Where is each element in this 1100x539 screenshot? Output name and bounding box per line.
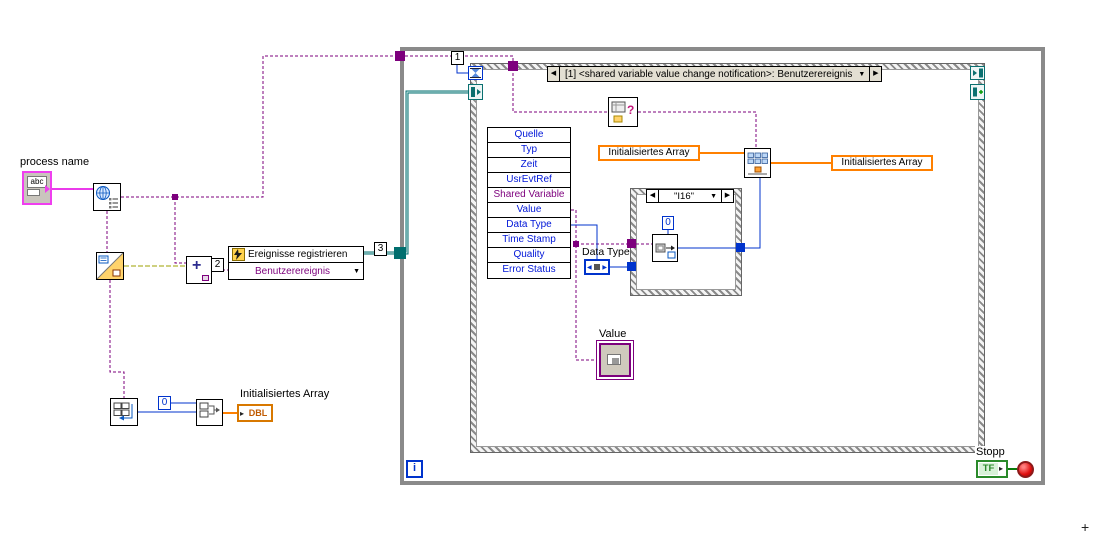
dynamic-events-terminal-right-top[interactable] <box>970 66 985 80</box>
local-variable-init-array-read[interactable]: Initialisiertes Array <box>598 145 700 161</box>
tunnel-case-selector[interactable] <box>627 262 636 271</box>
build-array-icon <box>197 400 222 425</box>
variant-attribute-node[interactable]: ? <box>608 97 638 127</box>
loop-condition-stop-button[interactable] <box>1017 461 1034 478</box>
case-selector-label[interactable]: "I16" <box>659 191 709 202</box>
register-events-node[interactable]: Ereignisse registrieren Benutzerereignis… <box>228 246 364 280</box>
wire-junction <box>172 194 178 200</box>
terminal-out-arrow-icon <box>45 185 50 193</box>
value-variant-indicator[interactable] <box>596 340 634 380</box>
event-data-field-error-status[interactable]: Error Status <box>488 263 570 278</box>
tunnel-refnum-event[interactable] <box>508 61 518 71</box>
event-header-title[interactable]: [1] <shared variable value change notifi… <box>560 69 857 80</box>
tf-label: TF <box>979 463 998 475</box>
numeric-constant-3[interactable]: 3 <box>374 242 387 256</box>
dynamic-event-terminal-icon <box>971 67 984 79</box>
wire-junction <box>573 241 579 247</box>
variant-icon <box>599 343 631 377</box>
globe-icon <box>94 184 120 210</box>
event-data-field-shared-variable[interactable]: Shared Variable <box>488 188 570 203</box>
event-timeout-terminal[interactable] <box>468 66 483 80</box>
register-events-icon <box>232 248 245 261</box>
initialize-array-node[interactable] <box>110 398 138 426</box>
dynamic-event-terminal-icon <box>971 85 984 99</box>
cursor-plus: + <box>1081 519 1089 535</box>
stop-label: Stopp <box>975 446 1006 458</box>
register-events-title: Ereignisse registrieren <box>248 249 348 260</box>
case-prev-arrow-icon[interactable]: ◀ <box>647 189 659 203</box>
dynamic-events-terminal-left[interactable] <box>468 84 483 100</box>
event-prev-arrow-icon[interactable]: ◀ <box>548 67 560 81</box>
open-variable-connection-node[interactable] <box>93 183 121 211</box>
variant-question-icon: ? <box>609 98 637 126</box>
build-array-node[interactable] <box>196 399 223 426</box>
wire-timeout[interactable] <box>457 65 468 73</box>
create-user-event-node[interactable]: + <box>186 256 212 284</box>
data-type-label: Data Type <box>582 246 630 258</box>
event-data-field-data-type[interactable]: Data Type <box>488 218 570 233</box>
local-variable-init-array-write[interactable]: Initialisiertes Array <box>831 155 933 171</box>
dbl-type-label: DBL <box>245 408 271 418</box>
dbl-array-indicator[interactable]: ▸ DBL <box>237 404 273 422</box>
enum-left-arrow-icon: ◀ <box>587 264 592 271</box>
string-control-terminal[interactable]: abc <box>22 171 52 205</box>
stop-boolean-terminal[interactable]: TF ▸ <box>976 460 1008 478</box>
hourglass-icon <box>469 67 482 79</box>
event-dropdown-icon[interactable]: ▼ <box>857 71 869 78</box>
terminal-out-arrow-icon: ▸ <box>999 463 1006 475</box>
numeric-constant-1[interactable]: 1 <box>451 51 464 65</box>
numeric-constant-0-case[interactable]: 0 <box>662 216 674 230</box>
event-data-field-quelle[interactable]: Quelle <box>488 128 570 143</box>
wire-refnum-branch[interactable] <box>175 197 186 263</box>
event-structure-header[interactable]: ◀ [1] <shared variable value change noti… <box>547 66 882 82</box>
user-event-refnum-icon <box>202 275 209 281</box>
value-label: Value <box>599 328 626 340</box>
string-abc-icon: abc <box>27 176 47 188</box>
variant-inner-box-icon <box>612 358 619 364</box>
enum-right-arrow-icon: ▶ <box>602 264 607 271</box>
event-data-field-time-stamp[interactable]: Time Stamp <box>488 233 570 248</box>
numeric-constant-0-size[interactable]: 0 <box>158 396 171 410</box>
event-data-field-zeit[interactable]: Zeit <box>488 158 570 173</box>
event-data-field-value[interactable]: Value <box>488 203 570 218</box>
wire-variant-value[interactable] <box>571 210 596 360</box>
initialize-array-icon <box>111 399 137 425</box>
wire-event-registration[interactable] <box>364 92 469 253</box>
case-dropdown-icon[interactable]: ▼ <box>709 193 721 200</box>
process-name-label: process name <box>20 156 89 168</box>
init-array-indicator-label: Initialisiertes Array <box>240 388 329 400</box>
wire-event-registration-core <box>364 92 469 253</box>
convert-icon <box>97 253 123 279</box>
variant-to-data-icon <box>653 235 677 261</box>
numeric-constant-2[interactable]: 2 <box>211 258 224 272</box>
wire-refnum-inner[interactable] <box>638 112 756 148</box>
variant-to-data-node[interactable] <box>652 234 678 262</box>
event-data-field-usrevtref[interactable]: UsrEvtRef <box>488 173 570 188</box>
type-convert-node[interactable] <box>96 252 124 280</box>
event-data-field-typ[interactable]: Typ <box>488 143 570 158</box>
tunnel-event-registration[interactable] <box>394 247 406 259</box>
case-structure-header[interactable]: ◀ "I16" ▼ ▶ <box>646 189 734 203</box>
chevron-down-icon[interactable]: ▼ <box>353 268 360 275</box>
event-source-row[interactable]: Benutzerereignis ▼ <box>229 263 363 279</box>
event-next-arrow-icon[interactable]: ▶ <box>869 67 881 81</box>
string-field-icon <box>27 189 40 196</box>
dynamic-event-terminal-icon <box>469 85 482 99</box>
svg-text:?: ? <box>627 103 634 117</box>
data-type-enum-terminal[interactable]: ◀ ▶ <box>584 259 610 275</box>
case-next-arrow-icon[interactable]: ▶ <box>721 189 733 203</box>
dynamic-events-terminal-right-bottom[interactable] <box>970 84 985 100</box>
loop-iteration-terminal[interactable]: i <box>406 460 423 478</box>
event-data-field-quality[interactable]: Quality <box>488 248 570 263</box>
event-source-label: Benutzerereignis <box>232 266 353 277</box>
wire-refnum-down-2[interactable] <box>110 280 124 398</box>
tunnel-refnum-loop[interactable] <box>395 51 405 61</box>
plus-icon: + <box>192 257 201 274</box>
replace-array-element-node[interactable] <box>744 148 771 178</box>
block-diagram-canvas: ◀ [1] <shared variable value change noti… <box>0 0 1100 539</box>
tunnel-case-out[interactable] <box>736 243 745 252</box>
event-data-node[interactable]: QuelleTypZeitUsrEvtRefShared VariableVal… <box>487 127 571 279</box>
enum-value-icon <box>594 264 600 270</box>
replace-array-element-icon <box>745 149 770 177</box>
